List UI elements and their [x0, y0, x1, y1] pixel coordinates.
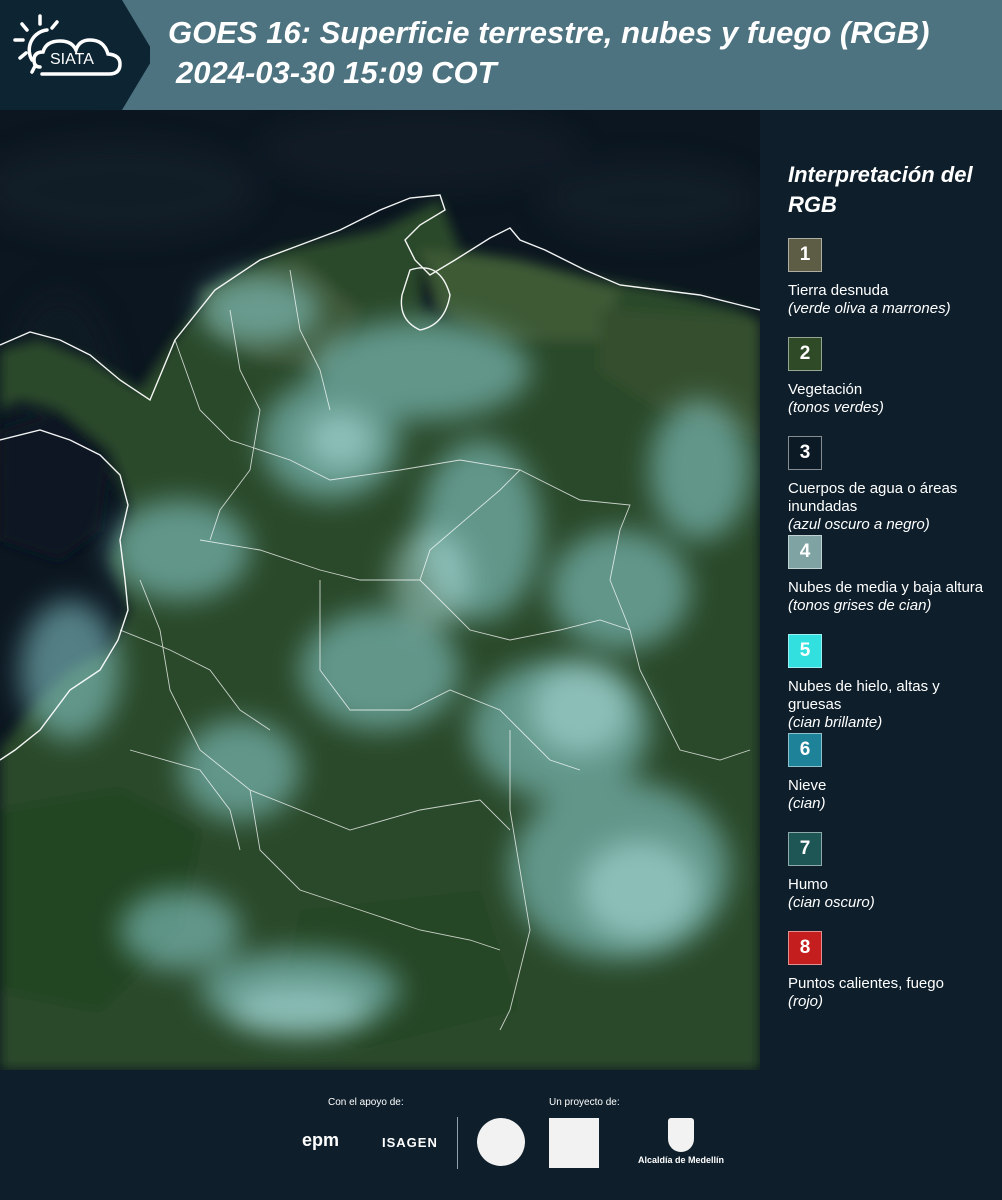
university-seal-logo	[477, 1118, 525, 1166]
legend-label: Vegetación	[788, 381, 863, 398]
satellite-map[interactable]	[0, 110, 760, 1070]
legend-item: 8 Puntos calientes, fuego (rojo)	[788, 931, 988, 1030]
legend-label: Humo	[788, 876, 829, 893]
page-subtitle: 2024-03-30 15:09 COT	[176, 55, 497, 90]
legend-item: 7 Humo (cian oscuro)	[788, 832, 988, 931]
isagen-logo: ISAGEN	[382, 1135, 438, 1150]
legend-swatch: 5	[788, 634, 822, 668]
legend-item: 6 Nieve (cian)	[788, 733, 988, 832]
legend-sub: (cian brillante)	[788, 714, 883, 731]
legend-label: Nubes de hielo, altas y gruesas	[788, 678, 940, 713]
alcaldia-logo: Alcaldía de Medellín	[638, 1118, 724, 1165]
legend-item: 2 Vegetación (tonos verdes)	[788, 337, 988, 436]
area-metropolitana-logo	[549, 1118, 599, 1168]
legend-title: Interpretación del RGB	[788, 162, 973, 217]
legend-sub: (tonos verdes)	[788, 399, 884, 416]
page-title: GOES 16: Superficie terrestre, nubes y f…	[168, 15, 930, 50]
legend-sub: (tonos grises de cian)	[788, 597, 932, 614]
legend-sub: (cian)	[788, 795, 826, 812]
siata-logo: SIATA	[0, 0, 150, 110]
legend-sub: (cian oscuro)	[788, 894, 875, 911]
legend-item: 5 Nubes de hielo, altas y gruesas (cian br…	[788, 634, 988, 733]
legend-swatch: 2	[788, 337, 822, 371]
sun-cloud-icon: SIATA	[13, 14, 122, 76]
legend-label: Tierra desnuda	[788, 282, 889, 299]
legend: Interpretación del RGB 1 Tierra desnuda (v…	[788, 160, 988, 1030]
legend-sub: (verde oliva a marrones)	[788, 300, 951, 317]
legend-items: 1 Tierra desnuda (verde oliva a marrones) 2…	[788, 238, 988, 1030]
footer-divider	[457, 1117, 458, 1169]
legend-swatch: 7	[788, 832, 822, 866]
legend-item: 4 Nubes de media y baja altura (tonos gris…	[788, 535, 988, 634]
legend-label: Nieve	[788, 777, 827, 794]
legend-sub: (azul oscuro a negro)	[788, 516, 930, 533]
alcaldia-label: Alcaldía de Medellín	[638, 1155, 725, 1165]
legend-swatch: 8	[788, 931, 822, 965]
epm-logo: epm	[302, 1130, 340, 1150]
project-label: Un proyecto de:	[549, 1097, 620, 1108]
legend-swatch: 3	[788, 436, 822, 470]
legend-label: Cuerpos de agua o áreas inundadas	[788, 480, 958, 515]
satellite-map-image	[0, 110, 760, 1070]
legend-item: 1 Tierra desnuda (verde oliva a marrones)	[788, 238, 988, 337]
legend-swatch: 6	[788, 733, 822, 767]
legend-sub: (rojo)	[788, 993, 824, 1010]
legend-item: 3 Cuerpos de agua o áreas inundadas (azul …	[788, 436, 988, 535]
medellin-shield-icon	[668, 1118, 695, 1152]
support-label: Con el apoyo de:	[328, 1097, 404, 1108]
legend-swatch: 1	[788, 238, 822, 272]
legend-label: Puntos calientes, fuego	[788, 975, 944, 992]
legend-label: Nubes de media y baja altura	[788, 579, 984, 596]
legend-swatch: 4	[788, 535, 822, 569]
header: SIATA GOES 16: Superficie terrestre, nub…	[0, 0, 1002, 110]
logo-text: SIATA	[50, 51, 94, 68]
